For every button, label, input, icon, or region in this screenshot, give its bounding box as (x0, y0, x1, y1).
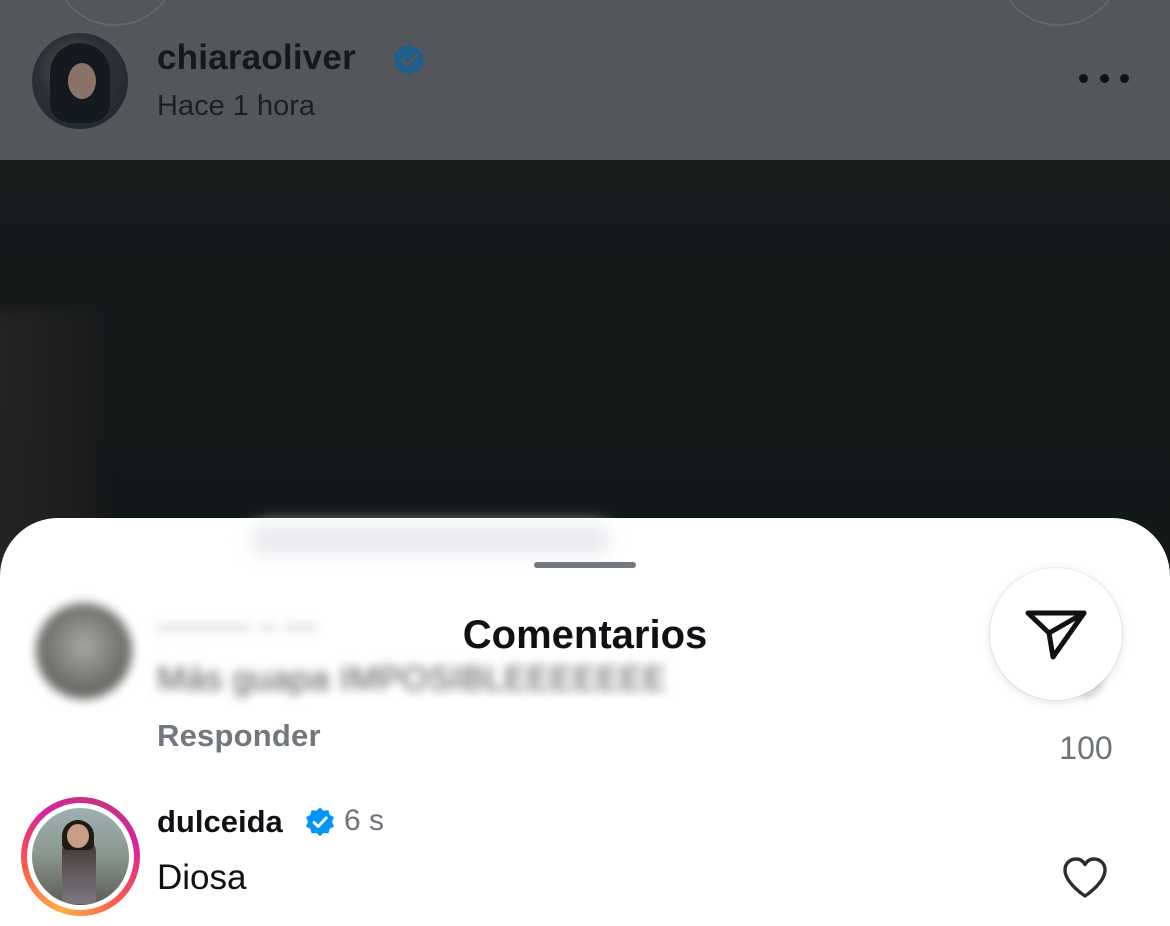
more-horizontal-icon[interactable] (1079, 70, 1129, 86)
story-ring-avatar[interactable] (21, 797, 140, 916)
instagram-post-screen: chiaraoliver Hace 1 hora Comentarios ···… (0, 0, 1170, 926)
verified-badge-icon (306, 807, 334, 837)
comment-text: Diosa (157, 858, 247, 897)
like-count[interactable]: 100 (1038, 730, 1134, 767)
author-avatar[interactable] (32, 33, 128, 129)
share-button[interactable] (990, 568, 1122, 700)
comment-avatar[interactable] (36, 603, 132, 699)
reply-link[interactable]: Responder (157, 718, 321, 754)
heart-outline-icon[interactable] (1061, 856, 1109, 900)
comment-text: Más guapa IMPOSIBLEEEEEEE (157, 660, 667, 698)
post-timestamp: Hace 1 hora (157, 90, 315, 122)
author-username[interactable]: chiaraoliver (157, 38, 356, 78)
comment-username-blurred[interactable]: ··········· ·· ···· (157, 612, 319, 643)
top-left-button[interactable] (52, 0, 178, 26)
comment-timestamp: 6 s (344, 804, 385, 837)
sheet-grabber-handle[interactable] (534, 562, 636, 568)
top-right-button[interactable] (996, 0, 1122, 26)
comment-username[interactable]: dulceida (157, 804, 283, 840)
send-icon (1025, 610, 1087, 660)
avatar (32, 808, 129, 905)
verified-badge-icon (393, 43, 425, 76)
post-header: chiaraoliver Hace 1 hora (0, 0, 1170, 160)
